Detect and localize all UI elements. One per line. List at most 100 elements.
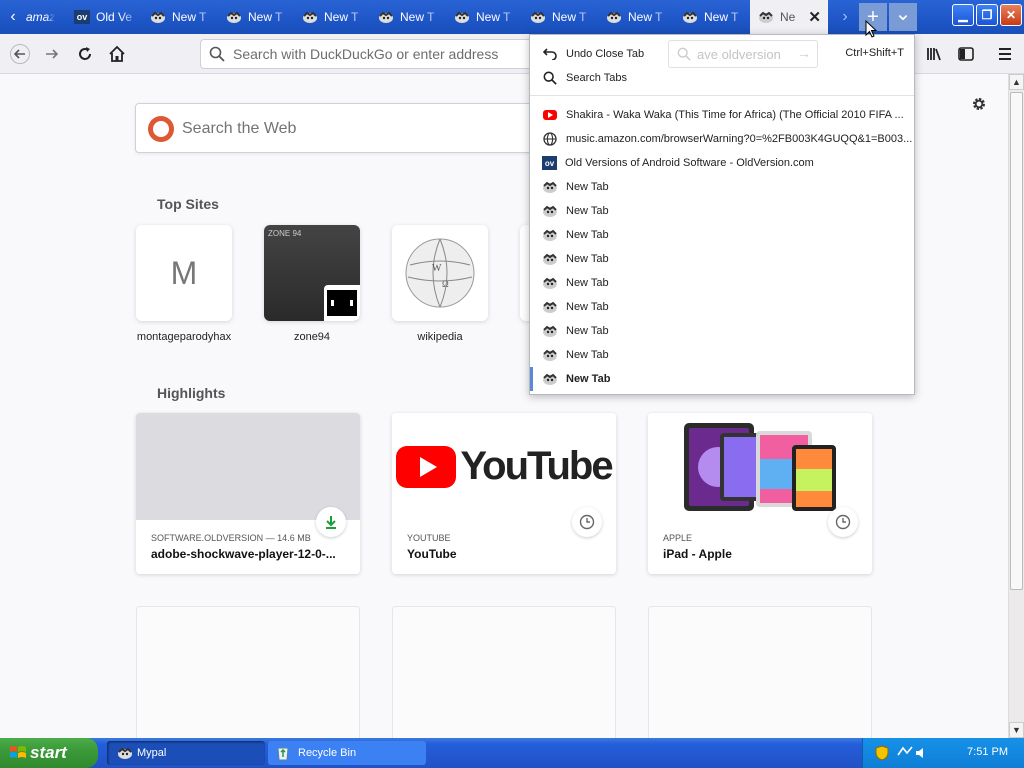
reload-icon [79, 47, 91, 60]
ghost-search-field: ave oldversion → [668, 40, 818, 68]
system-tray: 7:51 PM [862, 738, 1024, 768]
tab-list-item[interactable]: Shakira - Waka Waka (This Time for Afric… [530, 103, 914, 127]
taskbar-item-mypal[interactable]: Mypal [107, 741, 265, 765]
tab-list-item[interactable]: New Tab [530, 319, 914, 343]
tab-new-tab[interactable]: New T [446, 0, 522, 34]
tab-label: New T [248, 10, 283, 24]
tab-list-item[interactable]: New Tab [530, 343, 914, 367]
oldversion-icon: ov [74, 10, 90, 24]
window-controls: ▁ ❐ ✕ [952, 4, 1022, 26]
library-button[interactable] [922, 42, 946, 66]
forward-button[interactable] [40, 42, 64, 66]
vertical-scrollbar[interactable]: ▲ ▼ [1008, 74, 1024, 738]
card-thumbnail [136, 413, 360, 520]
wikipedia-globe-icon: WΩ [405, 238, 475, 308]
triangle-down-icon: ▼ [1012, 725, 1021, 735]
search-tabs-item[interactable]: Search Tabs [530, 66, 914, 90]
tab-list: amaz ov Old Ve New T New T New T New T N… [26, 0, 828, 34]
chevron-down-icon: ⌄ [894, 2, 912, 25]
tab-list-item[interactable]: New Tab [530, 223, 914, 247]
scroll-down-button[interactable]: ▼ [1009, 722, 1024, 738]
tab-oldversion[interactable]: ov Old Ve [66, 0, 142, 34]
highlight-card-youtube[interactable]: YouTube YOUTUBE YouTube [392, 413, 616, 574]
site-thumbnail-text: ZONE 94 [268, 229, 302, 238]
close-tab-icon[interactable]: ✕ [808, 8, 821, 26]
chevron-right-icon: › [842, 8, 848, 25]
sidebar-button[interactable] [954, 42, 978, 66]
network-icon[interactable] [897, 745, 913, 759]
search-icon [209, 46, 225, 62]
tab-list-item[interactable]: New Tab [530, 199, 914, 223]
raccoon-icon [543, 373, 557, 385]
list-all-tabs-button[interactable]: ⌄ [889, 3, 917, 31]
tab-active[interactable]: Ne ✕ [750, 0, 828, 34]
raccoon-icon [455, 11, 469, 23]
search-icon [542, 70, 558, 86]
tab-new-tab[interactable]: New T [674, 0, 750, 34]
card-title: adobe-shockwave-player-12-0-... [151, 547, 336, 561]
top-site-wikipedia[interactable]: WΩ wikipedia [392, 225, 488, 343]
home-button[interactable] [105, 42, 129, 66]
scroll-up-button[interactable]: ▲ [1009, 74, 1024, 90]
tab-list-label: New Tab [566, 229, 609, 241]
minimize-button[interactable]: ▁ [952, 4, 974, 26]
top-site-montageparodyhax[interactable]: M montageparodyhax [136, 225, 232, 343]
scroll-tabs-left-button[interactable]: ‹ [0, 0, 26, 34]
scroll-tabs-right-button[interactable]: › [832, 8, 858, 26]
tab-new-tab[interactable]: New T [370, 0, 446, 34]
all-tabs-menu: Undo Close Tab ave oldversion → Ctrl+Shi… [529, 34, 915, 395]
clock-text: 7:51 PM [967, 746, 1008, 758]
zone94-icon [324, 285, 360, 321]
tab-list-item-current[interactable]: New Tab [530, 367, 914, 391]
hamburger-menu-icon [999, 48, 1011, 60]
home-icon [109, 45, 125, 62]
tab-list-item[interactable]: New Tab [530, 295, 914, 319]
taskbar-item-recycle-bin[interactable]: Recycle Bin [268, 741, 426, 765]
raccoon-icon [759, 11, 773, 23]
duckduckgo-icon [148, 116, 174, 142]
close-icon: ✕ [1005, 8, 1017, 22]
tab-label: amaz [26, 10, 56, 24]
card-thumbnail: YouTube [392, 413, 616, 520]
tab-list-item[interactable]: ov Old Versions of Android Software - Ol… [530, 151, 914, 175]
tab-label: New T [400, 10, 435, 24]
search-icon [677, 47, 691, 61]
tab-new-tab[interactable]: New T [142, 0, 218, 34]
gear-icon [973, 98, 985, 110]
card-thumbnail [648, 413, 872, 520]
highlight-card-oldversion[interactable]: SOFTWARE.OLDVERSION — 14.6 MB adobe-shoc… [136, 413, 360, 574]
customize-button[interactable] [970, 95, 988, 118]
url-bar[interactable]: Search with DuckDuckGo or enter address [200, 39, 540, 69]
tab-new-tab[interactable]: New T [294, 0, 370, 34]
menu-button[interactable] [993, 42, 1017, 66]
tab-list-item[interactable]: music.amazon.com/browserWarning?0=%2FB00… [530, 127, 914, 151]
ghost-search-text: ave oldversion [697, 46, 781, 62]
tab-list-item[interactable]: New Tab [530, 247, 914, 271]
restore-button[interactable]: ❐ [976, 4, 998, 26]
card-meta: SOFTWARE.OLDVERSION — 14.6 MB [151, 533, 311, 543]
volume-icon[interactable] [915, 746, 929, 760]
scrollbar-thumb[interactable] [1010, 92, 1023, 590]
raccoon-icon [543, 349, 557, 361]
close-window-button[interactable]: ✕ [1000, 4, 1022, 26]
tab-new-tab[interactable]: New T [598, 0, 674, 34]
tab-list-label: New Tab [566, 253, 609, 265]
top-site-label: zone94 [293, 331, 331, 343]
card-title: YouTube [407, 547, 457, 561]
tab-list-item[interactable]: New Tab [530, 175, 914, 199]
security-shield-icon[interactable] [875, 745, 889, 761]
highlight-card-apple[interactable]: APPLE iPad - Apple [648, 413, 872, 574]
tab-label: New T [704, 10, 739, 24]
start-button[interactable]: start [0, 738, 98, 768]
tab-new-tab[interactable]: New T [522, 0, 598, 34]
youtube-icon [542, 107, 558, 123]
tab-list-item[interactable]: New Tab [530, 271, 914, 295]
top-site-zone94[interactable]: ZONE 94 zone94 [264, 225, 360, 343]
tab-list-label: New Tab [566, 181, 609, 193]
tab-new-tab[interactable]: New T [218, 0, 294, 34]
reload-button[interactable] [73, 42, 97, 66]
mouse-cursor-icon [865, 20, 877, 38]
back-button[interactable] [8, 42, 32, 66]
tab-list-label: New Tab [566, 277, 609, 289]
tab-amazon[interactable]: amaz [26, 0, 66, 34]
